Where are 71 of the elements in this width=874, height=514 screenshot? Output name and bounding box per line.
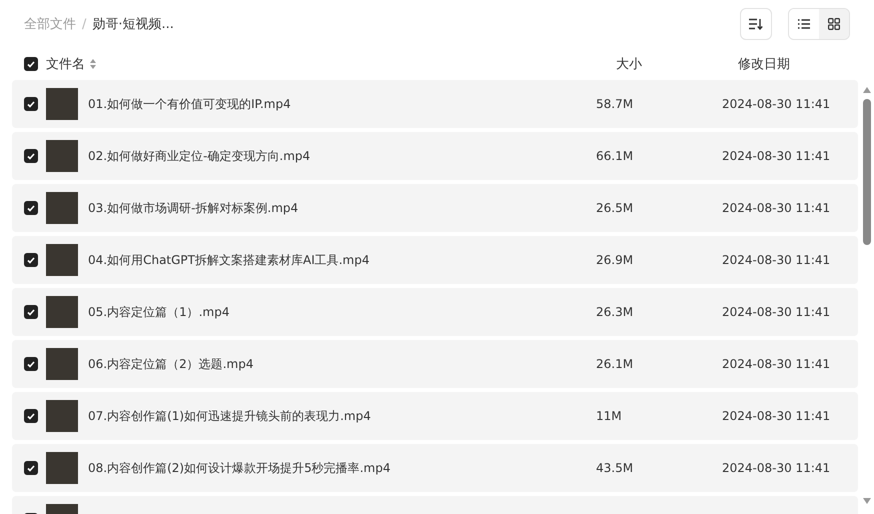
file-name: 05.内容定位篇（1）.mp4 [88, 304, 230, 318]
video-thumbnail [46, 244, 78, 276]
file-row[interactable]: 03.如何做市场调研-拆解对标案例.mp4 26.5M 2024-08-30 11:41 [12, 184, 858, 232]
video-thumbnail [46, 88, 78, 120]
row-checkbox[interactable] [24, 305, 38, 319]
file-row[interactable]: 06.内容定位篇（2）选题.mp4 26.1M 2024-08-30 11:41 [12, 340, 858, 388]
column-header[interactable]: 修改日期 [738, 57, 790, 72]
row-checkbox[interactable] [24, 201, 38, 215]
list-icon [798, 19, 810, 29]
row-checkbox[interactable] [24, 409, 38, 423]
sort-button[interactable] [740, 8, 772, 40]
file-name: 07.内容创作篇(1)如何迅速提升镜头前的表现力.mp4 [88, 408, 371, 422]
check-icon [27, 464, 35, 472]
column-header[interactable]: 大小 [616, 57, 642, 72]
video-thumbnail [46, 452, 78, 484]
file-size: 26.1M [596, 357, 634, 371]
file-size: 11M [596, 409, 622, 423]
file-row[interactable]: 02.如何做好商业定位-确定变现方向.mp4 66.1M 2024-08-30 11:41 [12, 132, 858, 180]
check-icon [27, 308, 35, 316]
check-icon [27, 256, 35, 264]
grid-view-button[interactable] [819, 9, 849, 39]
row-checkbox[interactable] [24, 149, 38, 163]
video-thumbnail [46, 348, 78, 380]
row-checkbox[interactable] [24, 97, 38, 111]
video-thumbnail [46, 140, 78, 172]
modified-date: 2024-08-30 11:41 [722, 461, 830, 475]
row-checkbox[interactable] [24, 461, 38, 475]
check-icon [27, 204, 35, 212]
check-icon [27, 412, 35, 420]
file-name: 06.内容定位篇（2）选题.mp4 [88, 356, 254, 370]
file-row[interactable]: 07.内容创作篇(1)如何迅速提升镜头前的表现力.mp4 11M 2024-08-30 11:41 [12, 392, 858, 440]
file-row[interactable]: 05.内容定位篇（1）.mp4 26.3M 2024-08-30 11:41 [12, 288, 858, 336]
file-name: 01.如何做一个有价值可变现的IP.mp4 [88, 96, 291, 110]
check-icon [27, 60, 35, 68]
check-icon [27, 360, 35, 368]
scroll-down-arrow-icon[interactable] [863, 498, 871, 504]
file-size: 26.9M [596, 253, 634, 267]
file-size: 26.5M [596, 201, 634, 215]
file-size: 58.7M [596, 97, 634, 111]
row-checkbox[interactable] [24, 253, 38, 267]
modified-date: 2024-08-30 11:41 [722, 305, 830, 319]
row-checkbox[interactable] [24, 357, 38, 371]
file-row[interactable]: 01.如何做一个有价值可变现的IP.mp4 58.7M 2024-08-30 11:41 [12, 80, 858, 128]
select-all-checkbox[interactable] [24, 57, 38, 71]
file-name: 02.如何做好商业定位-确定变现方向.mp4 [88, 148, 310, 162]
modified-date: 2024-08-30 11:41 [722, 97, 830, 111]
modified-date: 2024-08-30 11:41 [722, 357, 830, 371]
file-size: 26.3M [596, 305, 634, 319]
grid-icon [828, 18, 840, 30]
breadcrumb-separator: / [82, 16, 86, 32]
video-thumbnail [46, 192, 78, 224]
scroll-up-arrow-icon[interactable] [863, 87, 871, 93]
file-name: 08.内容创作篇(2)如何设计爆款开场提升5秒完播率.mp4 [88, 460, 390, 474]
modified-date: 2024-08-30 11:41 [722, 201, 830, 215]
modified-date: 2024-08-30 11:41 [722, 409, 830, 423]
file-name: 03.如何做市场调研-拆解对标案例.mp4 [88, 200, 298, 214]
file-size: 43.5M [596, 461, 634, 475]
file-row[interactable]: 08.内容创作篇(2)如何设计爆款开场提升5秒完播率.mp4 43.5M 2024-08-30 11:41 [12, 444, 858, 492]
sort-icon [749, 18, 763, 30]
modified-date: 2024-08-30 11:41 [722, 253, 830, 267]
sort-arrows-icon[interactable] [90, 59, 96, 69]
file-size: 66.1M [596, 149, 634, 163]
check-icon [27, 100, 35, 108]
column-header[interactable]: 文件名 [46, 55, 85, 73]
modified-date: 2024-08-30 11:41 [722, 149, 830, 163]
file-row[interactable]: 04.如何用ChatGPT拆解文案搭建素材库AI工具.mp4 26.9M 2024-08-30 11:41 [12, 236, 858, 284]
video-thumbnail [46, 296, 78, 328]
video-thumbnail [46, 400, 78, 432]
check-icon [27, 152, 35, 160]
scrollbar-thumb[interactable] [863, 99, 871, 245]
file-name: 04.如何用ChatGPT拆解文案搭建素材库AI工具.mp4 [88, 252, 370, 266]
